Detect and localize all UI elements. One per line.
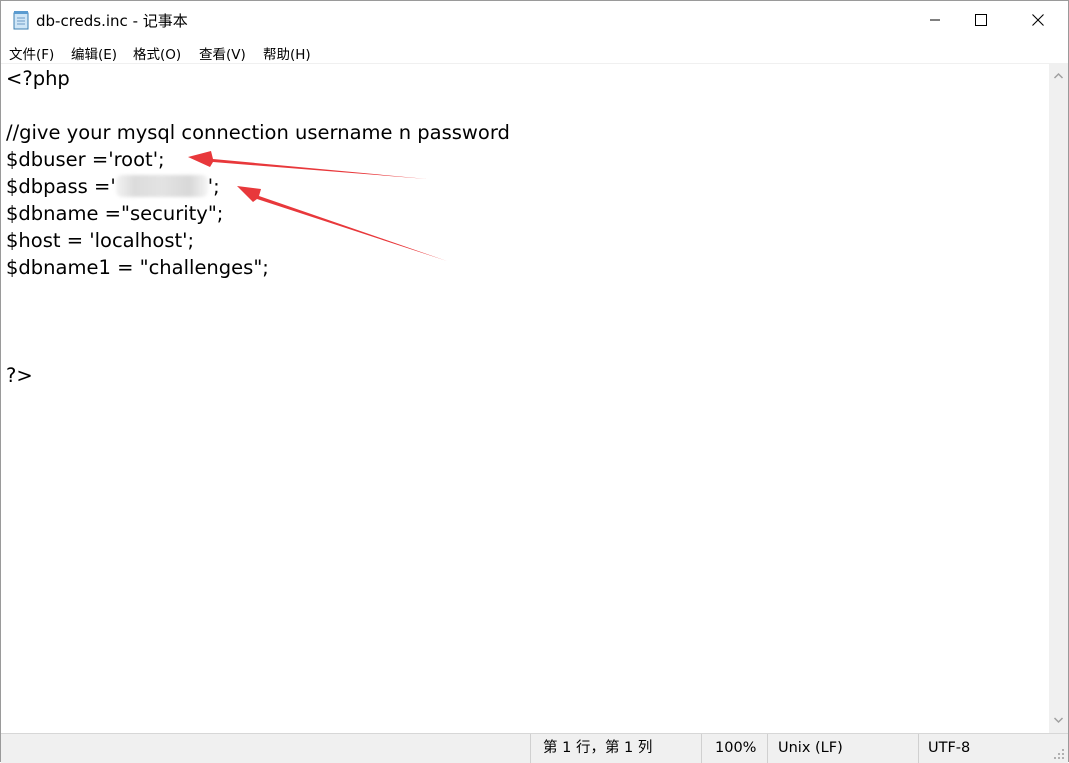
close-icon	[1032, 14, 1044, 26]
code-line-dbpass: $dbpass =' ';	[6, 175, 220, 199]
close-button[interactable]	[1015, 1, 1061, 39]
menu-file[interactable]: 文件(F)	[9, 43, 54, 63]
menu-bar: 文件(F) 编辑(E) 格式(O) 查看(V) 帮助(H)	[1, 39, 1068, 63]
scroll-down-arrow-icon[interactable]	[1053, 717, 1064, 724]
window-title: db-creds.inc - 记事本	[36, 12, 188, 30]
dbpass-prefix: $dbpass ='	[6, 175, 116, 198]
menu-view[interactable]: 查看(V)	[199, 43, 246, 63]
status-line-ending: Unix (LF)	[767, 734, 918, 763]
status-zoom: 100%	[701, 734, 767, 763]
scroll-up-arrow-icon[interactable]	[1053, 72, 1064, 79]
code-line-open-tag: <?php	[6, 67, 70, 90]
code-line-host: $host = 'localhost';	[6, 229, 195, 252]
menu-format[interactable]: 格式(O)	[133, 43, 181, 63]
menu-help[interactable]: 帮助(H)	[263, 43, 311, 63]
code-line-dbname1: $dbname1 = "challenges";	[6, 256, 269, 279]
code-line-close-tag: ?>	[6, 364, 33, 387]
status-bar: 第 1 行，第 1 列 100% Unix (LF) UTF-8	[1, 733, 1068, 763]
notepad-icon	[13, 11, 29, 30]
redacted-password	[115, 175, 208, 197]
code-line-dbuser: $dbuser ='root';	[6, 148, 165, 171]
notepad-window: db-creds.inc - 记事本 文件(F) 编辑(E) 格式(O) 查看(…	[0, 0, 1069, 763]
title-bar[interactable]: db-creds.inc - 记事本	[1, 1, 1068, 39]
vertical-scrollbar[interactable]	[1049, 63, 1068, 733]
status-encoding: UTF-8	[918, 734, 1049, 763]
code-line-dbname: $dbname ="security";	[6, 202, 224, 225]
minimize-button[interactable]	[912, 1, 958, 39]
status-cursor-position: 第 1 行，第 1 列	[530, 734, 701, 763]
maximize-button[interactable]	[958, 1, 1004, 39]
menu-edit[interactable]: 编辑(E)	[71, 43, 117, 63]
dbpass-suffix: ';	[207, 175, 220, 198]
resize-grip-icon[interactable]	[1053, 748, 1065, 760]
maximize-icon	[975, 14, 987, 26]
text-editor[interactable]: <?php //give your mysql connection usern…	[1, 63, 1049, 734]
code-line-comment: //give your mysql connection username n …	[6, 121, 510, 144]
minimize-icon	[930, 19, 940, 21]
